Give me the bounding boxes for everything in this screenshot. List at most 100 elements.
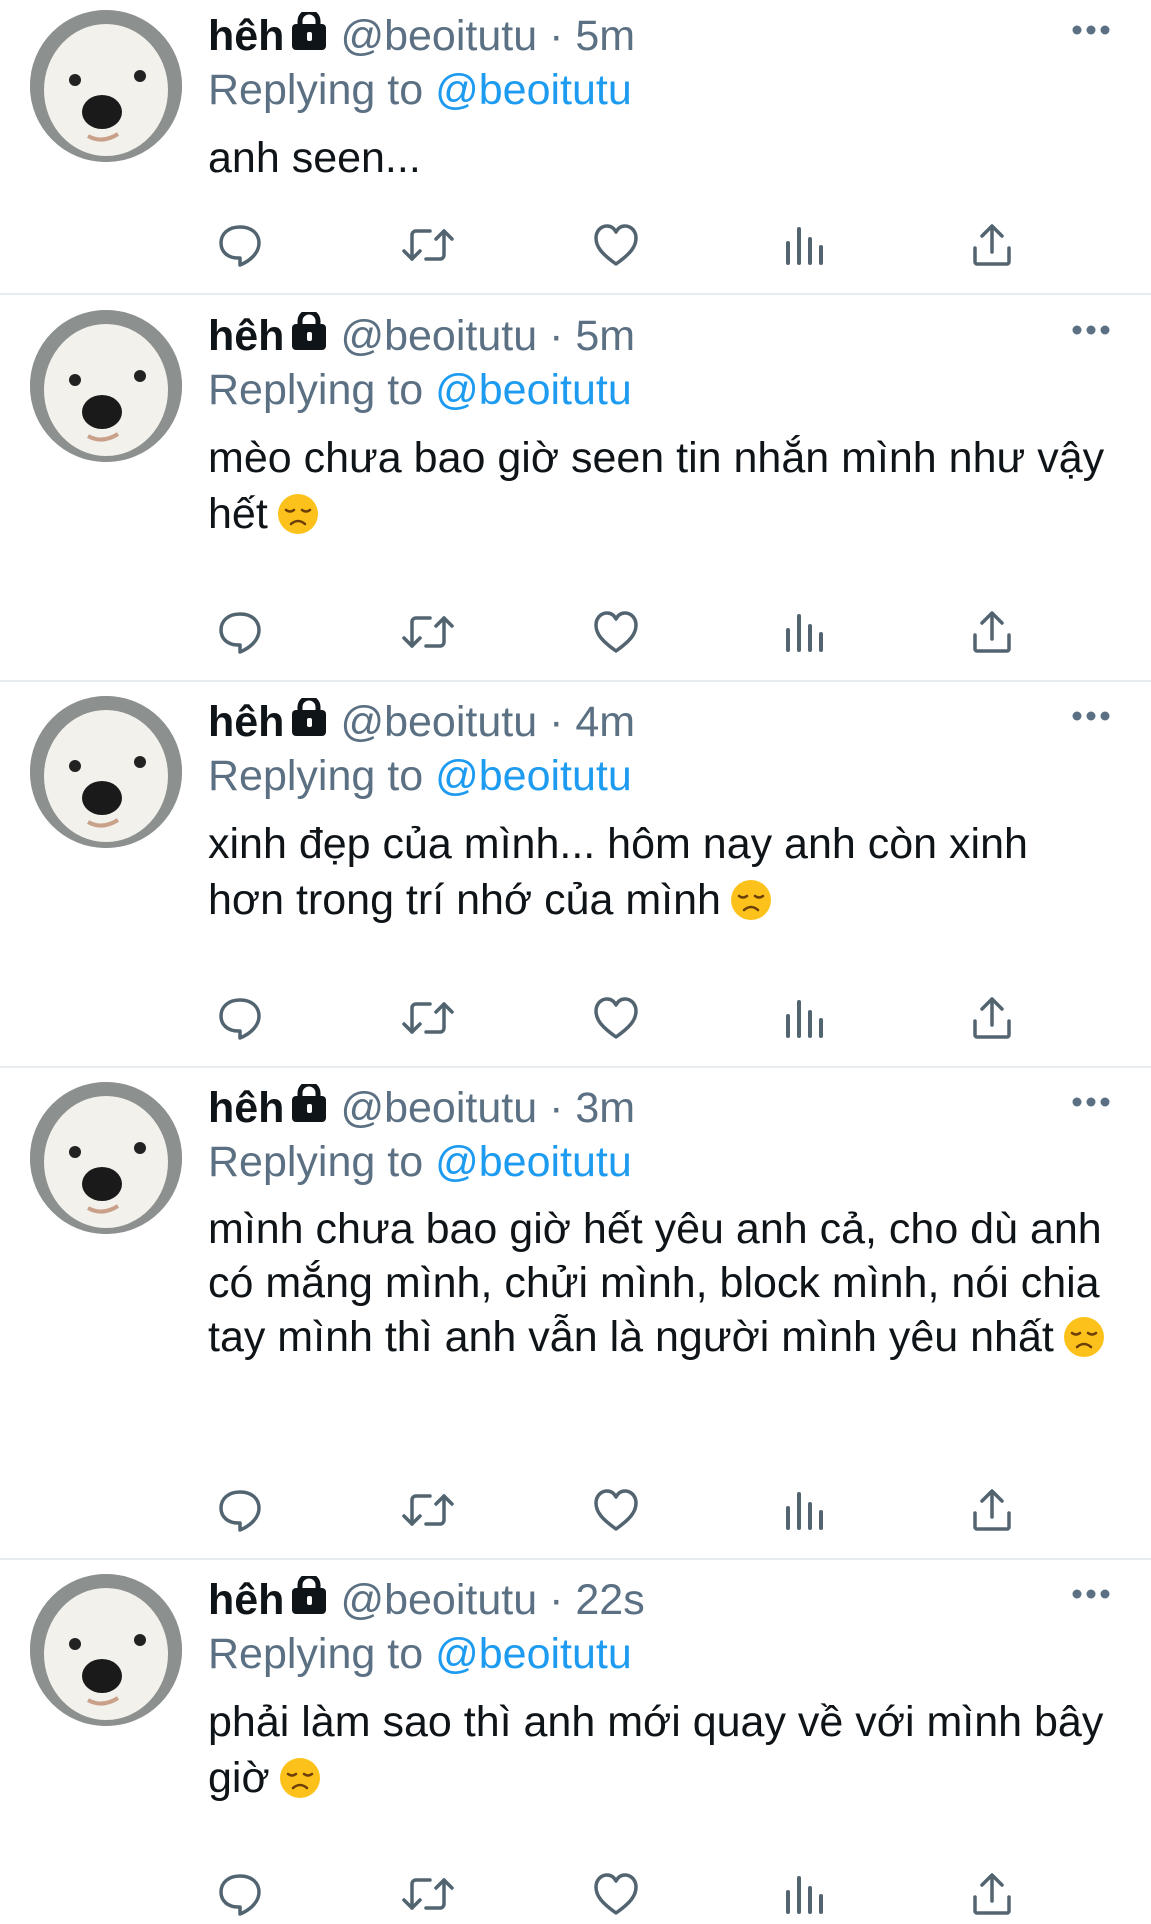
disappointed-face-icon: [277, 494, 318, 534]
avatar[interactable]: [30, 310, 182, 462]
more-icon[interactable]: [1071, 320, 1111, 340]
tweet-header: hêh @beoitutu · 3m: [208, 1080, 635, 1136]
separator-dot: ·: [549, 1576, 564, 1624]
display-name[interactable]: hêh: [208, 1084, 284, 1132]
like-button[interactable]: [586, 602, 646, 662]
more-icon[interactable]: [1071, 1584, 1111, 1604]
retweet-button[interactable]: [398, 602, 458, 662]
analytics-icon: [786, 227, 823, 265]
retweet-button[interactable]: [398, 215, 458, 275]
tweet-header: hêh @beoitutu · 5m: [208, 8, 635, 64]
avatar[interactable]: [30, 10, 182, 162]
timestamp[interactable]: 4m: [575, 698, 635, 746]
replying-to-label: Replying to: [208, 366, 424, 414]
more-icon[interactable]: [1071, 20, 1111, 40]
handle[interactable]: @beoitutu: [340, 698, 537, 746]
handle[interactable]: @beoitutu: [340, 1576, 537, 1624]
share-icon: [973, 1489, 1011, 1531]
action-bar: [208, 1864, 1108, 1924]
display-name[interactable]: hêh: [208, 698, 284, 746]
retweet-button[interactable]: [398, 1480, 458, 1540]
reply-button[interactable]: [210, 602, 270, 662]
like-button[interactable]: [586, 215, 646, 275]
handle[interactable]: @beoitutu: [340, 12, 537, 60]
tweet[interactable]: hêh @beoitutu · 22s Replying to @beoitutu…: [0, 1564, 1151, 1920]
disappointed-face-icon: [730, 880, 771, 920]
display-name[interactable]: hêh: [208, 12, 284, 60]
tweet-header: hêh @beoitutu · 5m: [208, 308, 635, 364]
action-bar: [208, 1480, 1108, 1540]
share-icon: [973, 611, 1011, 653]
analytics-button[interactable]: [774, 1480, 834, 1540]
tweet-text-content: xinh đẹp của mình... hôm nay anh còn xin…: [208, 820, 1028, 924]
retweet-icon: [402, 1002, 454, 1034]
timestamp[interactable]: 22s: [575, 1576, 644, 1624]
share-icon: [973, 224, 1011, 266]
share-button[interactable]: [962, 602, 1022, 662]
more-icon[interactable]: [1071, 1092, 1111, 1112]
retweet-button[interactable]: [398, 1864, 458, 1924]
share-button[interactable]: [962, 215, 1022, 275]
action-bar: [208, 602, 1108, 662]
tweet[interactable]: hêh @beoitutu · 4m Replying to @beoitutu …: [0, 686, 1151, 1068]
avatar[interactable]: [30, 1082, 182, 1234]
lock-icon: [292, 1576, 327, 1614]
tweet-text: phải làm sao thì anh mới quay về với mìn…: [208, 1694, 1108, 1806]
handle[interactable]: @beoitutu: [340, 312, 537, 360]
share-icon: [973, 1873, 1011, 1915]
share-button[interactable]: [962, 988, 1022, 1048]
analytics-button[interactable]: [774, 1864, 834, 1924]
lock-icon: [292, 12, 327, 50]
analytics-button[interactable]: [774, 602, 834, 662]
share-button[interactable]: [962, 1864, 1022, 1924]
separator-dot: ·: [549, 698, 564, 746]
reply-button[interactable]: [210, 988, 270, 1048]
replying-to-link[interactable]: @beoitutu: [435, 366, 632, 414]
tweet[interactable]: hêh @beoitutu · 3m Replying to @beoitutu …: [0, 1072, 1151, 1560]
timestamp[interactable]: 5m: [575, 12, 635, 60]
lock-icon: [292, 1084, 327, 1122]
heart-icon: [594, 611, 638, 653]
tweet-text-content: phải làm sao thì anh mới quay về với mìn…: [208, 1698, 1104, 1802]
analytics-icon: [786, 1876, 823, 1914]
analytics-button[interactable]: [774, 215, 834, 275]
reply-button[interactable]: [210, 1864, 270, 1924]
heart-icon: [594, 997, 638, 1039]
display-name[interactable]: hêh: [208, 312, 284, 360]
timestamp[interactable]: 3m: [575, 1084, 635, 1132]
like-button[interactable]: [586, 988, 646, 1048]
tweet-text-content: mèo chưa bao giờ seen tin nhắn mình như …: [208, 434, 1105, 538]
retweet-icon: [402, 1494, 454, 1526]
reply-icon: [219, 612, 261, 654]
tweet[interactable]: hêh @beoitutu · 5m Replying to @beoitutu …: [0, 300, 1151, 682]
replying-to-link[interactable]: @beoitutu: [435, 1630, 632, 1678]
share-button[interactable]: [962, 1480, 1022, 1540]
reply-button[interactable]: [210, 215, 270, 275]
tweet-text: mình chưa bao giờ hết yêu anh cả, cho dù…: [208, 1202, 1108, 1364]
heart-icon: [594, 1873, 638, 1915]
timestamp[interactable]: 5m: [575, 312, 635, 360]
reply-icon: [219, 225, 261, 267]
disappointed-face-icon: [279, 1758, 320, 1798]
handle[interactable]: @beoitutu: [340, 1084, 537, 1132]
reply-icon: [219, 1490, 261, 1532]
more-icon[interactable]: [1071, 706, 1111, 726]
replying-to-link[interactable]: @beoitutu: [435, 752, 632, 800]
replying-to-link[interactable]: @beoitutu: [435, 66, 632, 114]
analytics-button[interactable]: [774, 988, 834, 1048]
avatar[interactable]: [30, 1574, 182, 1726]
like-button[interactable]: [586, 1864, 646, 1924]
replying-to-link[interactable]: @beoitutu: [435, 1138, 632, 1186]
reply-button[interactable]: [210, 1480, 270, 1540]
avatar[interactable]: [30, 696, 182, 848]
retweet-button[interactable]: [398, 988, 458, 1048]
separator-dot: ·: [549, 312, 564, 360]
display-name[interactable]: hêh: [208, 1576, 284, 1624]
action-bar: [208, 215, 1108, 275]
tweet-header: hêh @beoitutu · 4m: [208, 694, 635, 750]
like-button[interactable]: [586, 1480, 646, 1540]
share-icon: [973, 997, 1011, 1039]
heart-icon: [594, 1489, 638, 1531]
replying-to-line: Replying to @beoitutu: [208, 1626, 632, 1682]
tweet[interactable]: hêh @beoitutu · 5m Replying to @beoitutu …: [0, 0, 1151, 295]
